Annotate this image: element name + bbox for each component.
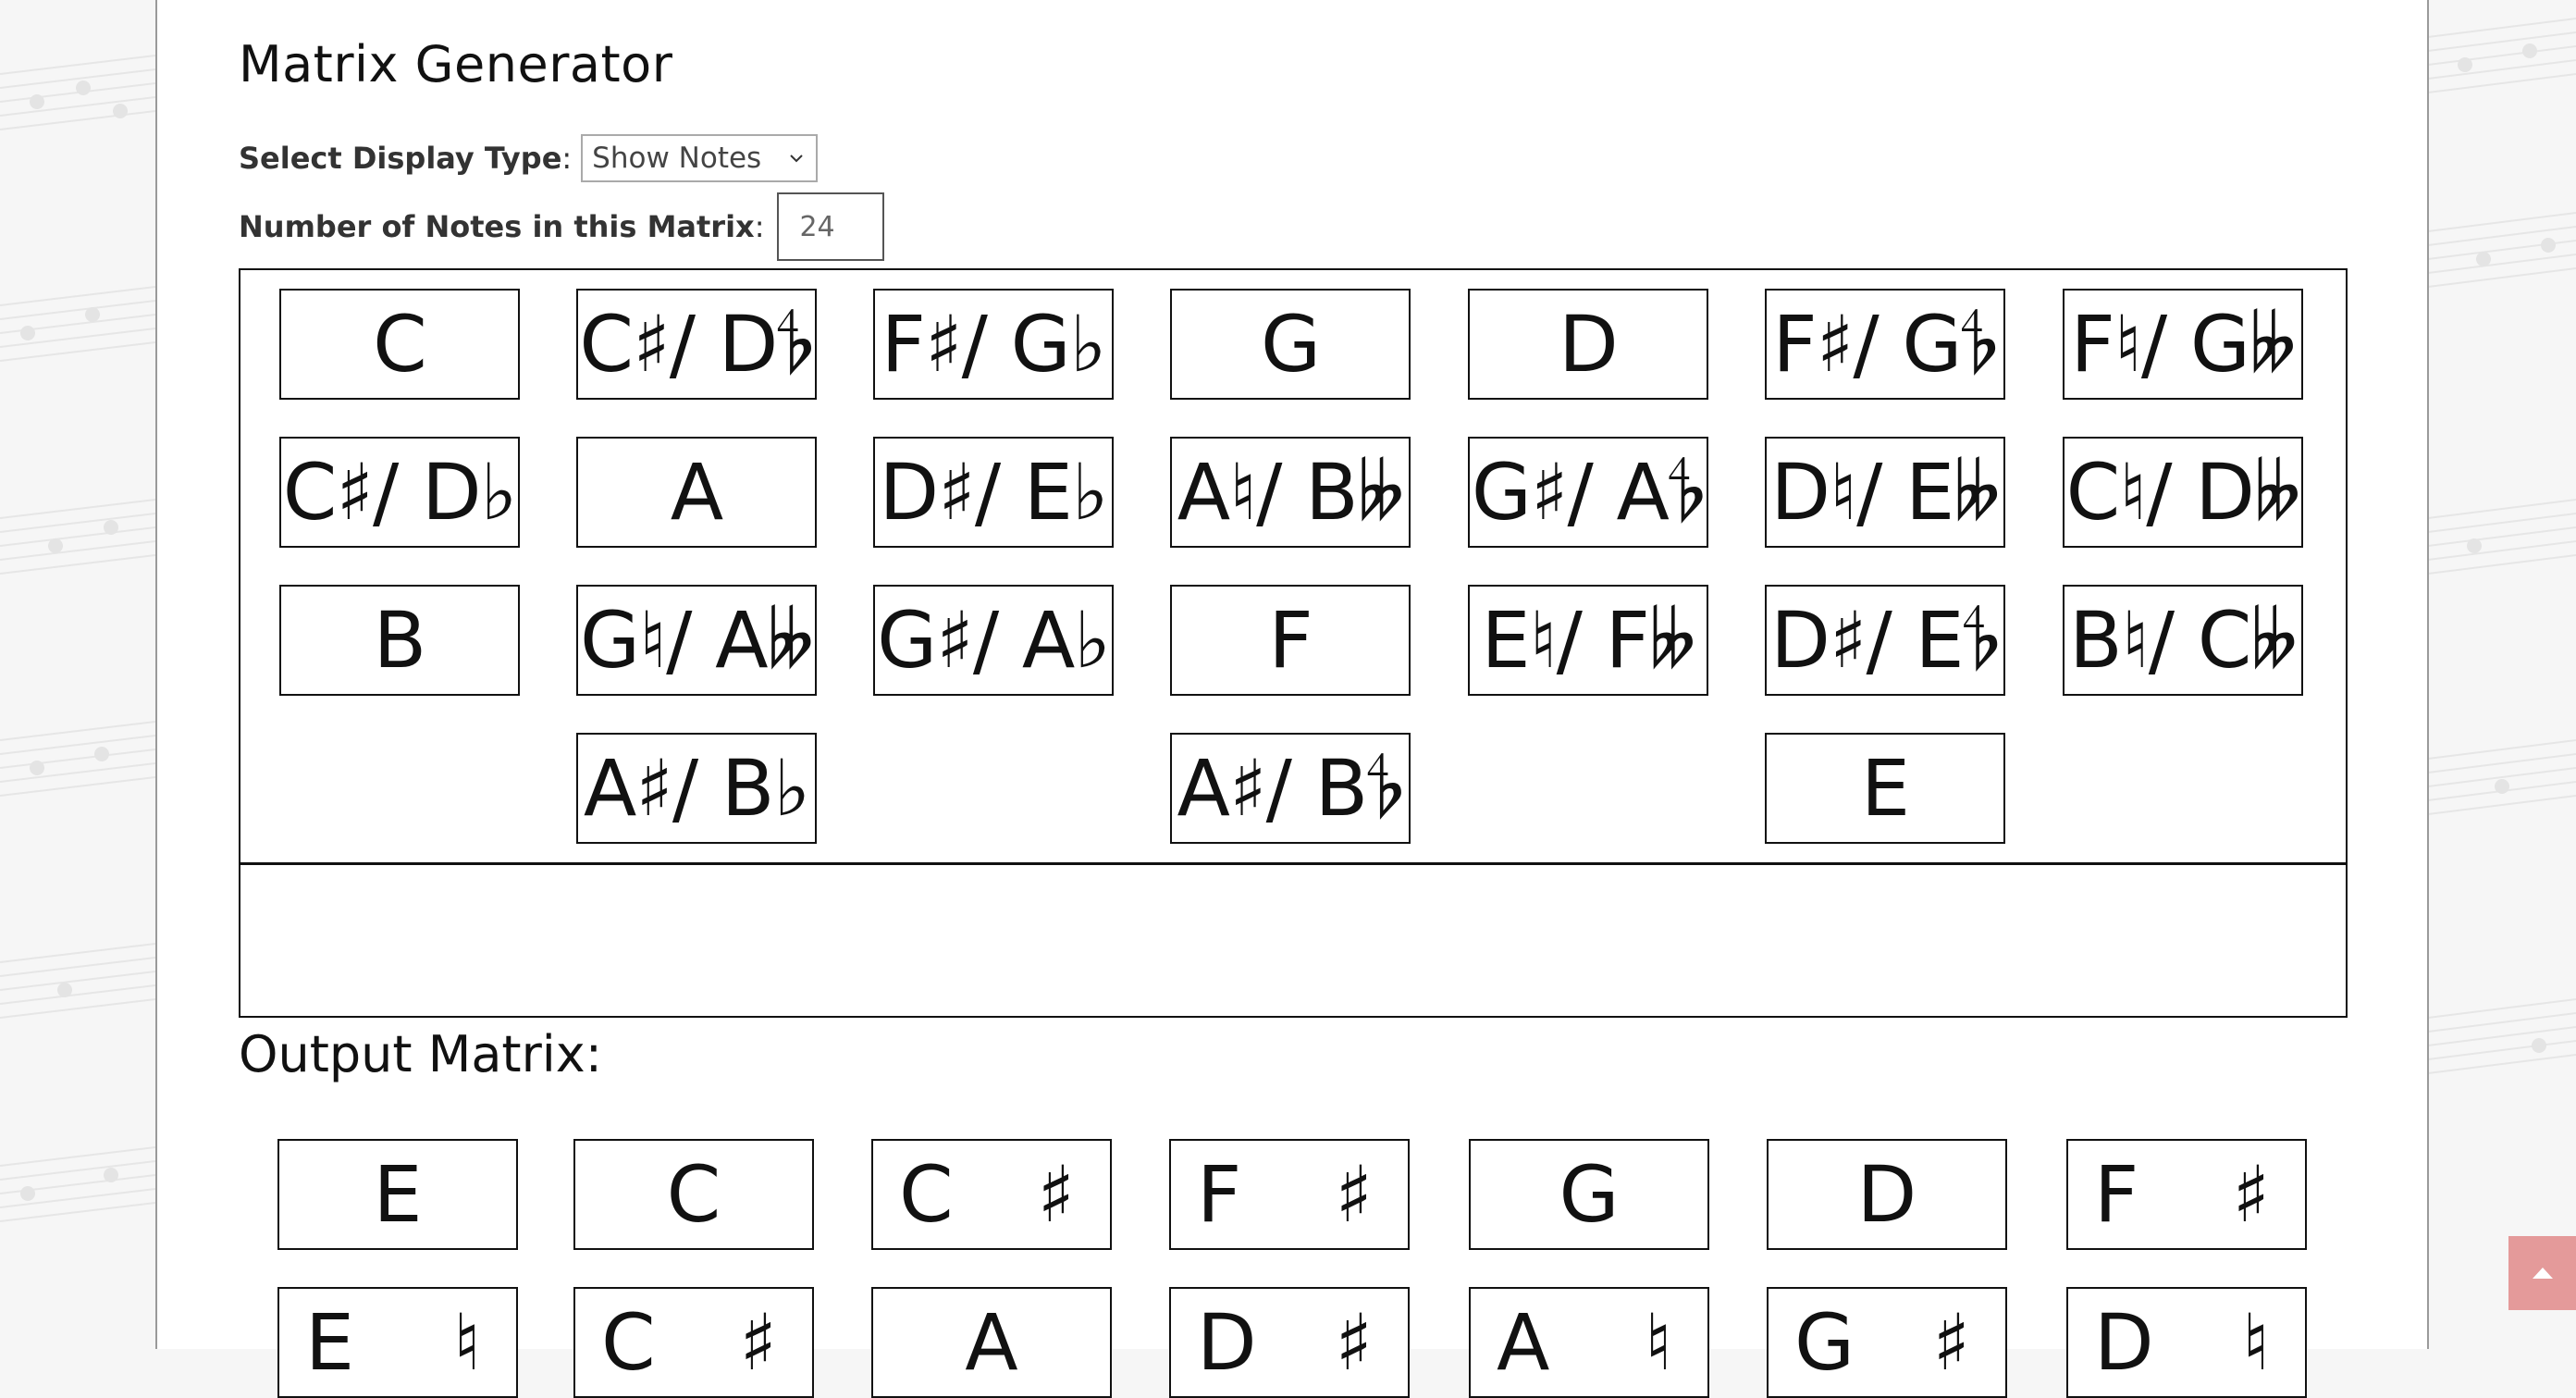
note-cell[interactable]: C♮/ D𝄫 <box>2063 437 2303 548</box>
note-cell[interactable]: F♮/ G𝄫 <box>2063 289 2303 400</box>
display-type-select[interactable]: Show Notes <box>581 134 819 182</box>
output-note-cell: E <box>277 1139 518 1250</box>
page-title: Matrix Generator <box>239 35 673 93</box>
output-note-accidental: ♯ <box>2232 1149 2270 1240</box>
output-note-cell: D <box>1767 1139 2007 1250</box>
note-cell[interactable]: F♯/ G♭ <box>873 289 1114 400</box>
note-cell[interactable]: G♯/ A♭ <box>873 585 1114 696</box>
output-note-letter: C <box>601 1297 656 1388</box>
note-cell[interactable]: D♯/ E♭ <box>873 437 1114 548</box>
output-note-accidental: ♯ <box>739 1297 777 1388</box>
output-note-letter: F <box>1197 1149 1242 1240</box>
output-note-letter: A <box>965 1297 1018 1388</box>
output-note-accidental: ♯ <box>1037 1149 1075 1240</box>
output-note-cell: C ♯ <box>871 1139 1112 1250</box>
output-note-cell: G <box>1469 1139 1709 1250</box>
output-note-letter: C <box>666 1149 721 1240</box>
output-note-accidental: ♯ <box>1335 1297 1373 1388</box>
output-note-letter: F <box>2094 1149 2139 1240</box>
note-cell[interactable]: E♮/ F𝄫 <box>1468 585 1708 696</box>
output-note-cell: A ♮ <box>1469 1287 1709 1398</box>
sheet-music-background-right <box>2427 0 2576 1349</box>
chevron-down-icon <box>790 155 803 163</box>
input-matrix-panel: C C♯/ D𝄳 F♯/ G♭ G D F♯/ G𝄳 F♮/ G𝄫 C♯/ D♭ A D♯/ E♭… <box>239 268 2348 1018</box>
note-cell[interactable]: E <box>1765 733 2005 844</box>
note-cell[interactable]: D <box>1468 289 1708 400</box>
output-note-cell: D ♯ <box>1169 1287 1410 1398</box>
output-note-letter: E <box>373 1149 423 1240</box>
note-cell[interactable]: A♮/ B𝄫 <box>1170 437 1411 548</box>
note-cell[interactable]: G♮/ A𝄫 <box>576 585 817 696</box>
note-cell[interactable]: F <box>1170 585 1411 696</box>
output-note-accidental: ♮ <box>452 1297 481 1388</box>
note-cell[interactable]: B♮/ C𝄫 <box>2063 585 2303 696</box>
output-note-letter: G <box>1559 1149 1620 1240</box>
note-cell[interactable]: A♯/ B𝄳 <box>1170 733 1411 844</box>
output-note-cell: A <box>871 1287 1112 1398</box>
output-note-letter: E <box>305 1297 355 1388</box>
output-note-cell: D ♮ <box>2066 1287 2307 1398</box>
output-note-letter: D <box>1856 1149 1917 1240</box>
output-note-cell: C <box>573 1139 814 1250</box>
display-type-selected-value: Show Notes <box>592 142 762 175</box>
output-note-cell: G ♯ <box>1767 1287 2007 1398</box>
arrow-up-icon <box>2533 1268 2553 1279</box>
note-count-row: Number of Notes in this Matrix : <box>239 192 885 261</box>
output-note-letter: D <box>2094 1297 2154 1388</box>
note-cell[interactable]: C <box>279 289 520 400</box>
output-note-cell: F ♯ <box>2066 1139 2307 1250</box>
note-cell[interactable]: G♯/ A𝄳 <box>1468 437 1708 548</box>
note-cell[interactable]: A♯/ B♭ <box>576 733 817 844</box>
note-count-label: Number of Notes in this Matrix <box>239 209 755 244</box>
note-cell[interactable]: A <box>576 437 817 548</box>
note-cell[interactable]: D♮/ E𝄫 <box>1765 437 2005 548</box>
output-note-cell: C ♯ <box>573 1287 814 1398</box>
label-colon: : <box>561 141 573 176</box>
output-note-letter: D <box>1197 1297 1257 1388</box>
scroll-to-top-button[interactable] <box>2508 1236 2576 1310</box>
sheet-music-background-left <box>0 0 156 1349</box>
output-note-letter: G <box>1794 1297 1855 1388</box>
main-page: Matrix Generator Select Display Type : S… <box>155 0 2429 1398</box>
output-note-accidental: ♯ <box>1932 1297 1970 1388</box>
output-note-accidental: ♮ <box>1644 1297 1672 1388</box>
display-type-label: Select Display Type <box>239 141 562 176</box>
note-cell[interactable]: G <box>1170 289 1411 400</box>
note-cell[interactable]: B <box>279 585 520 696</box>
output-note-letter: C <box>899 1149 954 1240</box>
output-matrix-title: Output Matrix: <box>239 1025 602 1083</box>
note-cell[interactable]: C♯/ D𝄳 <box>576 289 817 400</box>
output-note-accidental: ♮ <box>2241 1297 2270 1388</box>
output-note-cell: E ♮ <box>277 1287 518 1398</box>
matrix-divider <box>240 862 2346 865</box>
label-colon: : <box>754 209 765 244</box>
note-cell[interactable]: D♯/ E𝄳 <box>1765 585 2005 696</box>
display-type-row: Select Display Type : Show Notes <box>239 134 819 182</box>
note-cell[interactable]: F♯/ G𝄳 <box>1765 289 2005 400</box>
note-cell[interactable]: C♯/ D♭ <box>279 437 520 548</box>
output-note-cell: F ♯ <box>1169 1139 1410 1250</box>
output-note-letter: A <box>1497 1297 1550 1388</box>
note-count-input[interactable] <box>777 192 885 261</box>
output-note-accidental: ♯ <box>1335 1149 1373 1240</box>
